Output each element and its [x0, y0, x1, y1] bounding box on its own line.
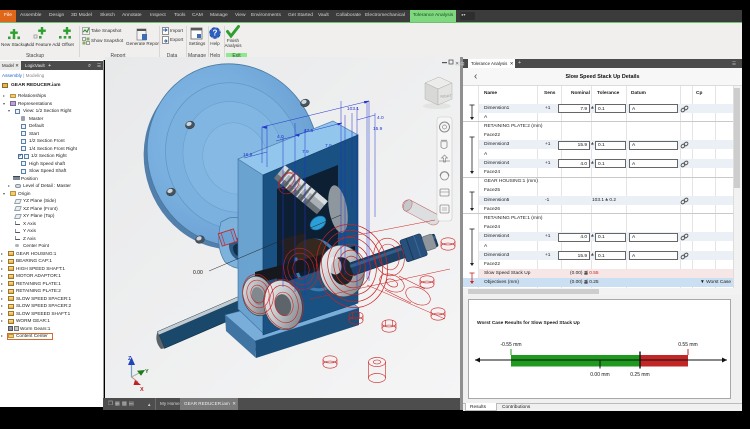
svg-text:4.0: 4.0: [277, 134, 284, 140]
svg-text:103.1: 103.1: [347, 106, 359, 112]
svg-text:?: ?: [213, 29, 218, 38]
svg-text:0.55 mm: 0.55 mm: [678, 342, 697, 348]
svg-text:Y: Y: [145, 369, 149, 375]
svg-text:7.9: 7.9: [325, 143, 332, 149]
svg-text:X: X: [140, 387, 144, 393]
svg-text:16.9: 16.9: [243, 152, 253, 158]
svg-text:7.9: 7.9: [302, 149, 309, 155]
svg-text:RIGHT: RIGHT: [440, 94, 452, 99]
svg-text:15.9: 15.9: [373, 126, 383, 132]
svg-text:-0.55 mm: -0.55 mm: [500, 342, 521, 348]
svg-text:4.0: 4.0: [377, 115, 384, 121]
svg-text:0.00: 0.00: [193, 270, 203, 276]
svg-text:0.25 mm: 0.25 mm: [630, 372, 649, 378]
svg-text:47.6: 47.6: [304, 128, 314, 134]
svg-text:0.00 mm: 0.00 mm: [590, 372, 609, 378]
